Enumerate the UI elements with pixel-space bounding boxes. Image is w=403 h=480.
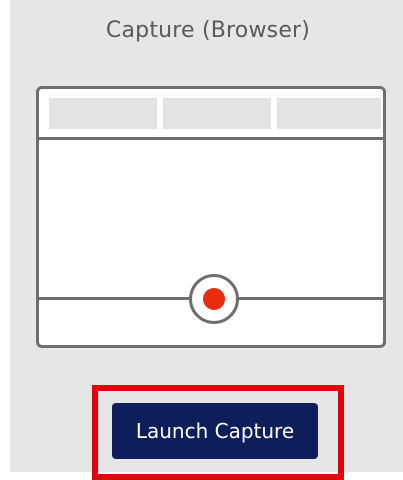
panel-title: Capture (Browser) bbox=[105, 18, 311, 43]
record-dot bbox=[203, 288, 225, 310]
browser-tab-bar bbox=[39, 89, 383, 140]
launch-capture-button[interactable]: Launch Capture bbox=[112, 403, 318, 459]
browser-tab bbox=[277, 98, 381, 129]
record-icon bbox=[189, 274, 239, 324]
browser-illustration bbox=[36, 86, 386, 348]
browser-tab bbox=[49, 98, 157, 129]
browser-tab bbox=[163, 98, 271, 129]
